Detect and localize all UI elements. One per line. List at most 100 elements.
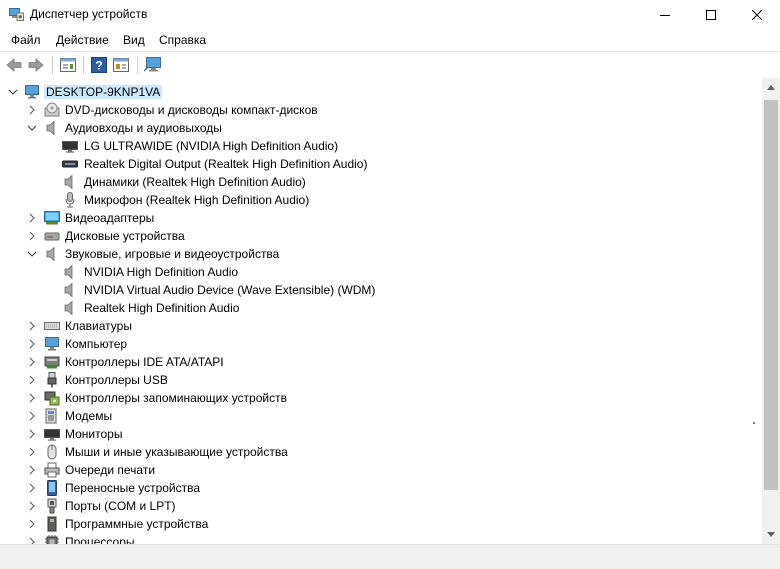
arrow-right-icon: [28, 58, 44, 72]
minimize-button[interactable]: [642, 0, 688, 29]
device-label: Realtek High Definition Audio: [84, 301, 240, 315]
device-category-row[interactable]: Контроллеры запоминающих устройств: [0, 389, 760, 407]
chevron-right-icon[interactable]: [26, 428, 38, 440]
device-category-row[interactable]: Процессоры: [0, 533, 760, 544]
chevron-down-icon[interactable]: [26, 248, 38, 260]
device-category-row[interactable]: Контроллеры IDE ATA/ATAPI: [0, 353, 760, 371]
device-label: Динамики (Realtek High Definition Audio): [84, 175, 306, 189]
monitor-icon: [44, 426, 60, 442]
chevron-right-icon[interactable]: [26, 392, 38, 404]
device-label: NVIDIA High Definition Audio: [84, 265, 239, 279]
processor-icon: [44, 534, 60, 544]
chevron-right-icon[interactable]: [26, 464, 38, 476]
device-row[interactable]: Микрофон (Realtek High Definition Audio): [0, 191, 760, 209]
device-category-label: Контроллеры USB: [65, 373, 168, 387]
chevron-down-icon[interactable]: [7, 86, 19, 98]
chevron-right-icon[interactable]: [26, 212, 38, 224]
device-category-row[interactable]: Аудиовходы и аудиовыходы: [0, 119, 760, 137]
chevron-right-icon[interactable]: [26, 446, 38, 458]
help-icon: ?: [91, 57, 107, 73]
device-category-row[interactable]: Модемы: [0, 407, 760, 425]
monitor-icon: [144, 57, 161, 72]
port-icon: [44, 498, 60, 514]
device-tree: DESKTOP-9KNP1VA DVD-дисководы и дисководы…: [0, 78, 762, 544]
device-category-label: Контроллеры запоминающих устройств: [65, 391, 287, 405]
device-category-label: Переносные устройства: [65, 481, 201, 495]
device-row[interactable]: NVIDIA Virtual Audio Device (Wave Extens…: [0, 281, 760, 299]
device-category-row[interactable]: Дисковые устройства: [0, 227, 760, 245]
tree-root-label[interactable]: DESKTOP-9KNP1VA: [44, 85, 163, 99]
chevron-right-icon[interactable]: [26, 500, 38, 512]
device-category-row[interactable]: Звуковые, игровые и видеоустройства: [0, 245, 760, 263]
chevron-right-icon[interactable]: [26, 536, 38, 544]
speaker-icon: [62, 300, 78, 316]
modem-icon: [44, 408, 60, 424]
device-row[interactable]: Динамики (Realtek High Definition Audio): [0, 173, 760, 191]
back-button[interactable]: [5, 56, 23, 74]
device-category-label: Процессоры: [65, 535, 135, 544]
device-row[interactable]: LG ULTRAWIDE (NVIDIA High Definition Aud…: [0, 137, 760, 155]
device-row[interactable]: Realtek Digital Output (Realtek High Def…: [0, 155, 760, 173]
device-row[interactable]: NVIDIA High Definition Audio: [0, 263, 760, 281]
device-category-label: Компьютер: [65, 337, 128, 351]
computer-icon: [24, 84, 40, 100]
computer-icon: [44, 336, 60, 352]
device-category-row[interactable]: Очереди печати: [0, 461, 760, 479]
scan-hardware-button[interactable]: [144, 56, 162, 74]
device-category-row[interactable]: Порты (COM и LPT): [0, 497, 760, 515]
device-category-row[interactable]: DVD-дисководы и дисководы компакт-дисков: [0, 101, 760, 119]
chevron-down-icon[interactable]: [26, 122, 38, 134]
vertical-scrollbar-thumb[interactable]: [764, 100, 778, 490]
svg-text:?: ?: [95, 59, 102, 73]
window-title: Диспетчер устройств: [30, 7, 148, 21]
properties-button[interactable]: [59, 56, 77, 74]
device-category-row[interactable]: Компьютер: [0, 335, 760, 353]
horizontal-scrollbar: [0, 544, 780, 569]
chevron-right-icon[interactable]: [26, 374, 38, 386]
device-category-row[interactable]: Мониторы: [0, 425, 760, 443]
device-category-label: Аудиовходы и аудиовыходы: [65, 121, 222, 135]
menu-action[interactable]: Действие: [56, 33, 109, 47]
device-category-row[interactable]: Контроллеры USB: [0, 371, 760, 389]
chevron-right-icon[interactable]: [26, 338, 38, 350]
menu-help[interactable]: Справка: [159, 33, 206, 47]
speaker-icon: [44, 246, 60, 262]
chevron-right-icon[interactable]: [26, 356, 38, 368]
usb-icon: [44, 372, 60, 388]
view-button[interactable]: [112, 56, 130, 74]
device-category-label: Клавиатуры: [65, 319, 132, 333]
device-category-row[interactable]: Программные устройства: [0, 515, 760, 533]
device-category-row[interactable]: Клавиатуры: [0, 317, 760, 335]
chevron-right-icon[interactable]: [26, 320, 38, 332]
device-category-label: Программные устройства: [65, 517, 209, 531]
help-button[interactable]: ?: [90, 56, 108, 74]
mouse-icon: [44, 444, 60, 460]
chevron-right-icon[interactable]: [26, 482, 38, 494]
monitor-icon: [62, 138, 78, 154]
scroll-up-icon: [767, 85, 775, 90]
menu-view[interactable]: Вид: [123, 33, 145, 47]
device-category-row[interactable]: Мыши и иные указывающие устройства: [0, 443, 760, 461]
device-category-row[interactable]: Видеоадаптеры: [0, 209, 760, 227]
device-category-label: Модемы: [65, 409, 113, 423]
menu-file[interactable]: Файл: [11, 33, 41, 47]
forward-button[interactable]: [27, 56, 45, 74]
device-category-label: Видеоадаптеры: [65, 211, 155, 225]
close-button[interactable]: [734, 0, 780, 29]
title-bar: Диспетчер устройств: [0, 0, 780, 29]
vertical-scrollbar[interactable]: [762, 78, 780, 544]
device-category-label: Мыши и иные указывающие устройства: [65, 445, 288, 459]
chevron-right-icon[interactable]: [26, 104, 38, 116]
device-category-row[interactable]: Переносные устройства: [0, 479, 760, 497]
chevron-right-icon[interactable]: [26, 410, 38, 422]
maximize-button[interactable]: [688, 0, 734, 29]
device-category-label: Очереди печати: [65, 463, 156, 477]
chevron-right-icon[interactable]: [26, 518, 38, 530]
chevron-right-icon[interactable]: [26, 230, 38, 242]
device-label: Микрофон (Realtek High Definition Audio): [84, 193, 310, 207]
device-category-label: Звуковые, игровые и видеоустройства: [65, 247, 280, 261]
tree-root-row[interactable]: DESKTOP-9KNP1VA: [0, 83, 760, 101]
software-device-icon: [44, 516, 60, 532]
device-row[interactable]: Realtek High Definition Audio: [0, 299, 760, 317]
close-icon: [752, 9, 762, 20]
